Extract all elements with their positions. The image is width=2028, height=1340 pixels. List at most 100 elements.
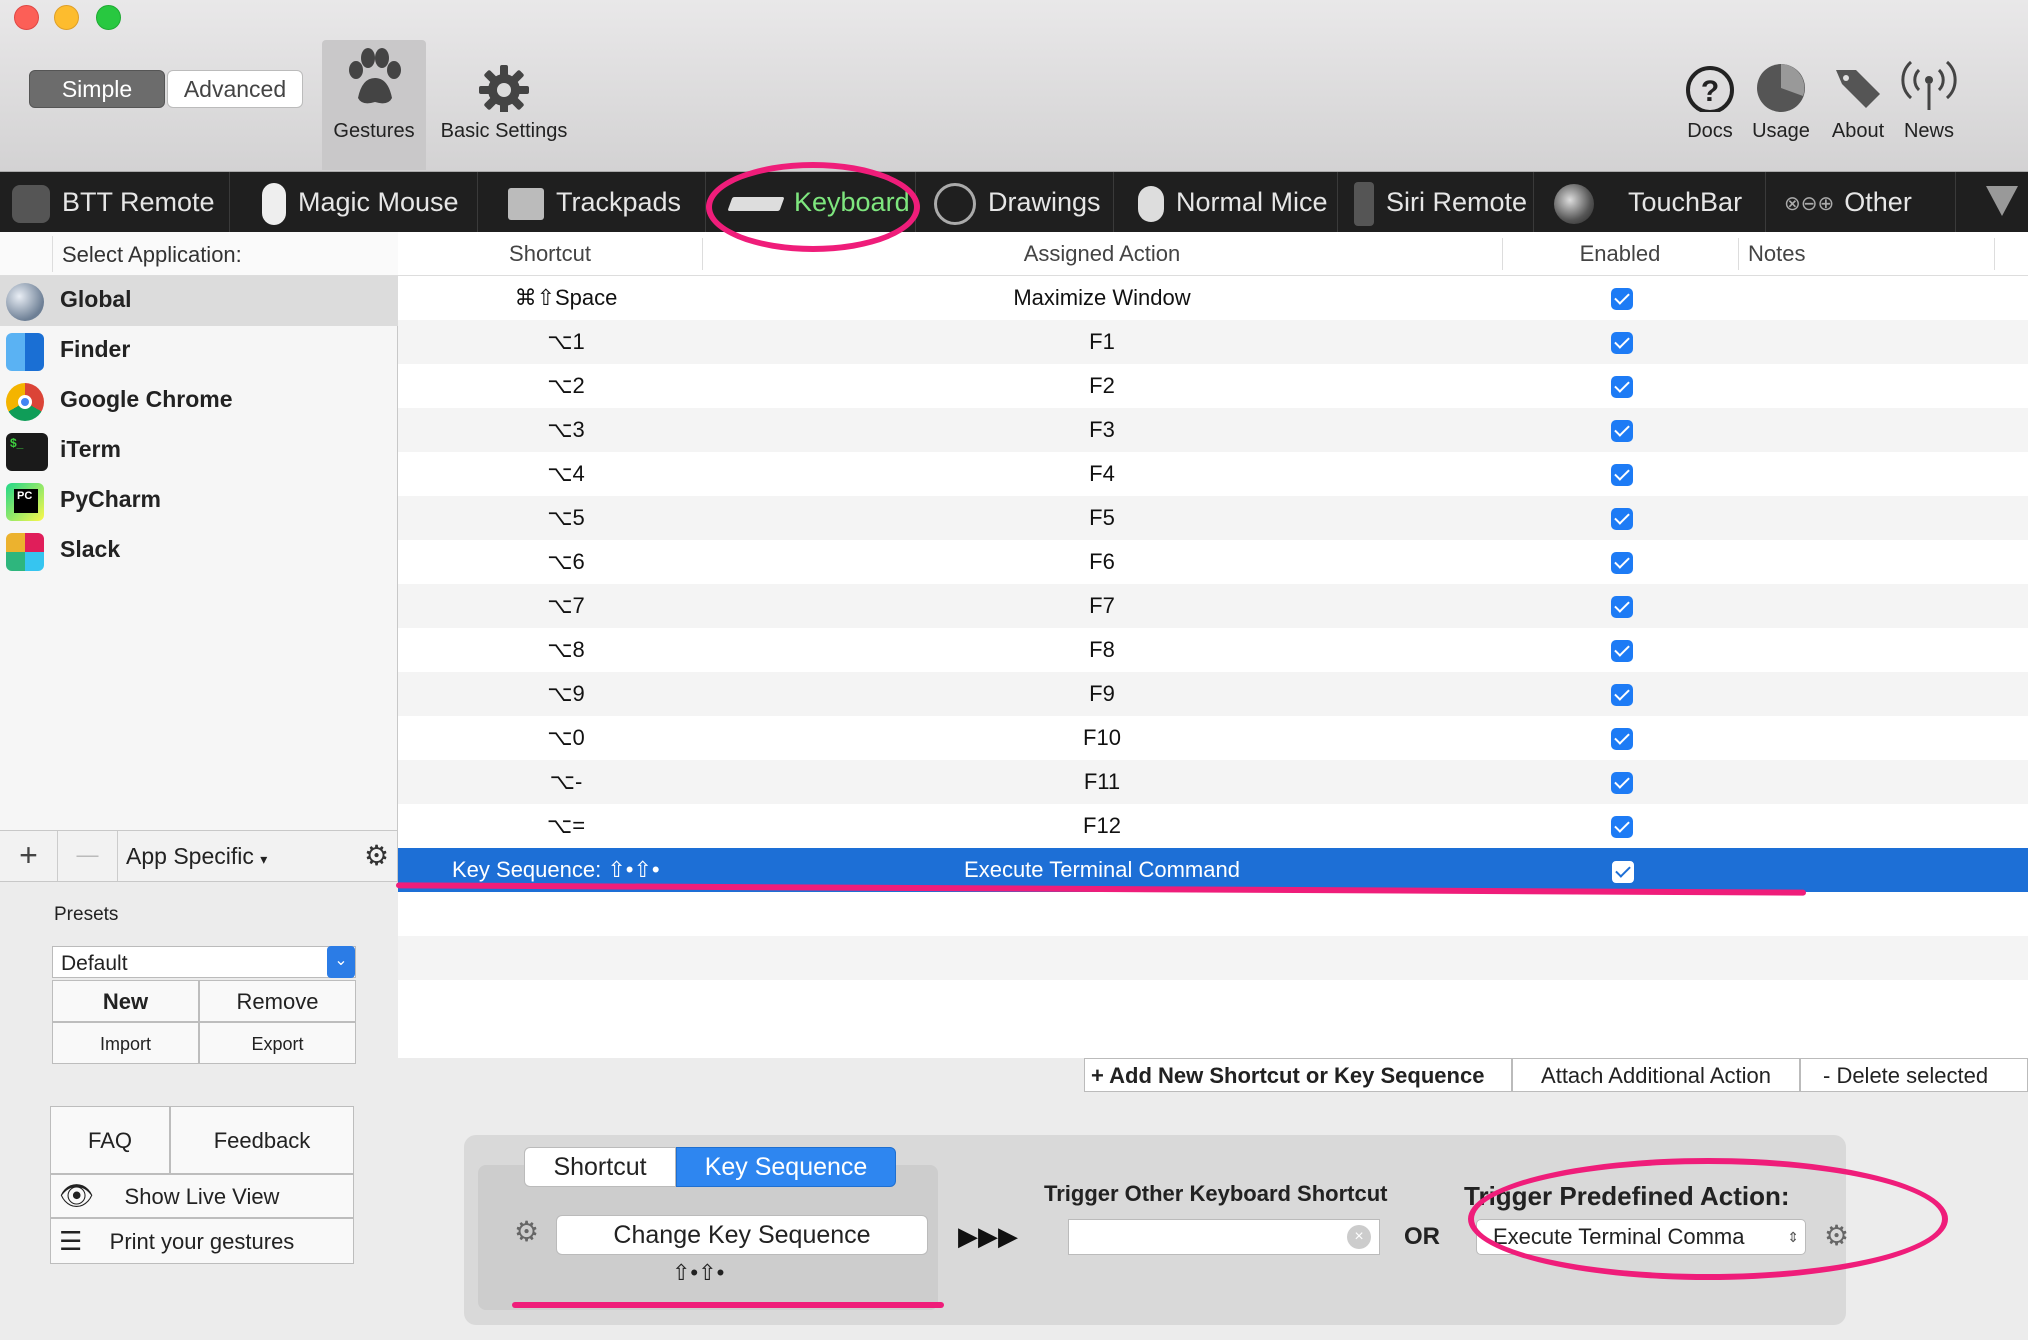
remove-app-button[interactable]: — — [58, 831, 118, 881]
app-item-global[interactable]: Global — [0, 276, 398, 326]
mode-advanced-button[interactable]: Advanced — [167, 70, 303, 108]
tab-normal-mice[interactable]: Normal Mice — [1114, 172, 1338, 232]
sidebar-gear-icon[interactable]: ⚙ — [364, 839, 389, 872]
news-button[interactable]: News — [1898, 40, 1960, 143]
enabled-checkbox[interactable] — [1611, 376, 1633, 398]
enabled-checkbox[interactable] — [1611, 728, 1633, 750]
help-icon: ? — [1686, 66, 1734, 112]
table-row[interactable]: ⌥= F12 — [398, 804, 2028, 848]
tab-btt-remote[interactable]: BTT Remote — [0, 172, 230, 232]
table-row[interactable]: ⌥3 F3 — [398, 408, 2028, 452]
shortcut-cell: ⌥8 — [547, 637, 585, 662]
about-button[interactable]: About — [1826, 40, 1890, 143]
gear-icon[interactable]: ⚙ — [514, 1215, 539, 1248]
show-live-view-button[interactable]: 👁 Show Live View — [50, 1174, 354, 1218]
basic-settings-label: Basic Settings — [440, 120, 568, 142]
dropdown-arrow-icon: ▾ — [260, 851, 268, 867]
chrome-center-icon — [18, 395, 32, 409]
basic-settings-button[interactable]: Basic Settings — [430, 40, 578, 143]
table-row[interactable]: ⌥8 F8 — [398, 628, 2028, 672]
enabled-checkbox[interactable] — [1611, 860, 1635, 884]
enabled-checkbox[interactable] — [1611, 552, 1633, 574]
app-label: Slack — [60, 536, 121, 562]
gestures-button[interactable]: Gestures — [322, 40, 426, 143]
enabled-checkbox[interactable] — [1611, 288, 1633, 310]
segment-shortcut[interactable]: Shortcut — [524, 1147, 676, 1187]
export-preset-button[interactable]: Export — [199, 1022, 356, 1064]
action-cell: F12 — [1083, 813, 1121, 838]
news-label: News — [1903, 120, 1954, 142]
action-cell: F1 — [1089, 329, 1115, 354]
table-row[interactable]: ⌥7 F7 — [398, 584, 2028, 628]
tab-magic-mouse[interactable]: Magic Mouse — [230, 172, 478, 232]
import-preset-button[interactable]: Import — [52, 1022, 199, 1064]
tab-label: Normal Mice — [1176, 187, 1328, 217]
table-row[interactable]: ⌥4 F4 — [398, 452, 2028, 496]
finder-icon — [6, 333, 44, 371]
new-preset-button[interactable]: New — [52, 980, 199, 1022]
presets-select[interactable]: Default ⌄ — [52, 946, 356, 978]
enabled-checkbox[interactable] — [1611, 464, 1633, 486]
app-item-google-chrome[interactable]: Google Chrome — [0, 376, 398, 426]
table-row[interactable]: ⌥9 F9 — [398, 672, 2028, 716]
chevron-down-icon[interactable] — [1986, 186, 2018, 216]
app-item-slack[interactable]: Slack — [0, 526, 398, 576]
tab-siri-remote[interactable]: Siri Remote — [1338, 172, 1534, 232]
app-item-iterm[interactable]: $_ iTerm — [0, 426, 398, 476]
shortcut-cell: ⌥1 — [547, 329, 585, 354]
table-row[interactable]: ⌥1 F1 — [398, 320, 2028, 364]
enabled-checkbox[interactable] — [1611, 420, 1633, 442]
table-row — [398, 980, 2028, 1024]
table-row[interactable]: ⌥- F11 — [398, 760, 2028, 804]
table-row[interactable]: ⌥2 F2 — [398, 364, 2028, 408]
print-gestures-label: Print your gestures — [109, 1229, 295, 1254]
close-window-button[interactable] — [14, 5, 39, 30]
col-shortcut-header[interactable]: Shortcut — [398, 232, 702, 276]
tab-label: Drawings — [988, 187, 1101, 217]
app-specific-dropdown[interactable]: App Specific ▾ — [126, 843, 267, 870]
col-enabled-header[interactable]: Enabled — [1502, 232, 1738, 276]
tab-drawings[interactable]: Drawings — [916, 172, 1114, 232]
print-gestures-button[interactable]: ☰ Print your gestures — [50, 1218, 354, 1264]
tab-other[interactable]: ⊗⊖⊕ Other — [1766, 172, 1956, 232]
shortcut-recorder-input[interactable]: × — [1068, 1219, 1380, 1255]
segment-key-sequence[interactable]: Key Sequence — [676, 1147, 896, 1187]
shortcuts-table: Shortcut Assigned Action Enabled Notes ⌘… — [398, 232, 2028, 1058]
faq-button[interactable]: FAQ — [50, 1106, 170, 1174]
enabled-checkbox[interactable] — [1611, 596, 1633, 618]
enabled-checkbox[interactable] — [1611, 640, 1633, 662]
clear-icon[interactable]: × — [1347, 1225, 1371, 1249]
mode-simple-button[interactable]: Simple — [29, 70, 165, 108]
attach-additional-action-button[interactable]: Attach Additional Action — [1512, 1058, 1800, 1092]
app-item-finder[interactable]: Finder — [0, 326, 398, 376]
app-label: PyCharm — [60, 486, 161, 512]
enabled-checkbox[interactable] — [1611, 332, 1633, 354]
app-sidebar: Select Application: Global Finder Google… — [0, 232, 398, 830]
feedback-button[interactable]: Feedback — [170, 1106, 354, 1174]
usage-button[interactable]: Usage — [1748, 40, 1814, 143]
docs-button[interactable]: ? Docs — [1680, 40, 1740, 143]
broadcast-icon — [1901, 60, 1957, 110]
remove-preset-button[interactable]: Remove — [199, 980, 356, 1022]
change-key-sequence-button[interactable]: Change Key Sequence — [556, 1215, 928, 1255]
tab-touchbar[interactable]: TouchBar — [1534, 172, 1766, 232]
table-row[interactable]: ⌥5 F5 — [398, 496, 2028, 540]
add-new-shortcut-button[interactable]: + Add New Shortcut or Key Sequence — [1084, 1058, 1512, 1092]
app-item-pycharm[interactable]: PC PyCharm — [0, 476, 398, 526]
zoom-window-button[interactable] — [96, 5, 121, 30]
enabled-checkbox[interactable] — [1611, 816, 1633, 838]
table-row[interactable]: ⌥0 F10 — [398, 716, 2028, 760]
enabled-checkbox[interactable] — [1611, 684, 1633, 706]
minimize-window-button[interactable] — [54, 5, 79, 30]
table-row[interactable]: ⌥6 F6 — [398, 540, 2028, 584]
table-row[interactable]: ⌘⇧Space Maximize Window — [398, 276, 2028, 320]
header-divider — [52, 236, 53, 272]
annotation-circle-predefined — [1468, 1158, 1948, 1280]
add-app-button[interactable]: + — [0, 831, 58, 881]
col-notes-header[interactable]: Notes — [1748, 232, 1828, 276]
chevron-down-icon: ⌄ — [327, 946, 355, 978]
delete-selected-button[interactable]: - Delete selected — [1800, 1058, 2028, 1092]
enabled-checkbox[interactable] — [1611, 508, 1633, 530]
enabled-checkbox[interactable] — [1611, 772, 1633, 794]
tab-trackpads[interactable]: Trackpads — [478, 172, 706, 232]
